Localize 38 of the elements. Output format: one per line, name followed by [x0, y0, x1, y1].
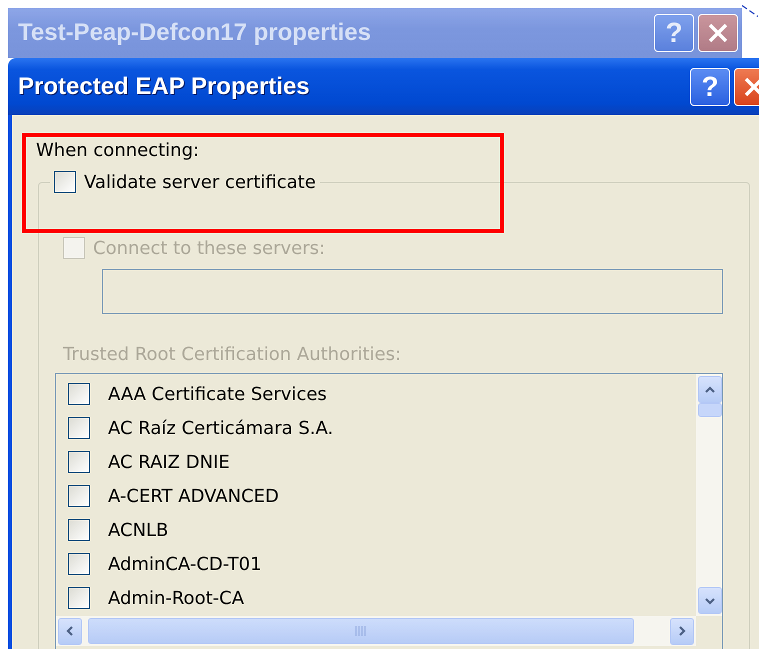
close-icon — [743, 76, 759, 98]
list-item[interactable]: A-CERT ADVANCED — [108, 486, 279, 506]
scroll-thumb[interactable] — [698, 403, 722, 417]
vertical-scrollbar[interactable] — [696, 374, 722, 616]
checkbox[interactable] — [54, 171, 76, 193]
scroll-left-button[interactable] — [58, 618, 82, 644]
list-item[interactable]: AC RAIZ DNIE — [108, 452, 230, 472]
list-item[interactable]: Admin-Root-CA — [108, 588, 244, 608]
checkbox[interactable] — [68, 451, 90, 473]
scroll-right-button[interactable] — [670, 618, 694, 644]
checkbox[interactable] — [68, 485, 90, 507]
chevron-right-icon — [676, 625, 688, 637]
section-label: When connecting: — [36, 140, 200, 161]
window-title: Test-Peap-Defcon17 properties — [18, 19, 371, 47]
checkbox[interactable] — [68, 553, 90, 575]
scroll-up-button[interactable] — [698, 376, 722, 403]
list-label: Trusted Root Certification Authorities: — [63, 344, 402, 365]
list-item[interactable]: AC Raíz Certicámara S.A. — [108, 418, 334, 438]
close-icon — [707, 22, 729, 44]
close-button[interactable] — [698, 14, 738, 52]
window-title: Protected EAP Properties — [18, 72, 310, 100]
checkbox-label: Connect to these servers: — [93, 238, 326, 258]
grip-icon — [355, 626, 367, 636]
list-item[interactable]: AdminCA-CD-T01 — [108, 554, 262, 574]
list-item[interactable]: AAA Certificate Services — [108, 384, 327, 404]
checkbox[interactable] — [68, 587, 90, 609]
scroll-thumb[interactable] — [88, 618, 634, 644]
checkbox[interactable] — [68, 417, 90, 439]
help-button[interactable]: ? — [690, 68, 730, 106]
scroll-down-button[interactable] — [698, 587, 722, 614]
dashed-line — [742, 5, 758, 17]
chevron-left-icon — [64, 625, 76, 637]
checkbox[interactable] — [68, 519, 90, 541]
checkbox[interactable] — [68, 383, 90, 405]
horizontal-scrollbar[interactable] — [56, 616, 696, 646]
checkbox-label: Validate server certificate — [84, 172, 316, 192]
chevron-up-icon — [704, 384, 716, 396]
list-item[interactable]: ACNLB — [108, 520, 168, 540]
